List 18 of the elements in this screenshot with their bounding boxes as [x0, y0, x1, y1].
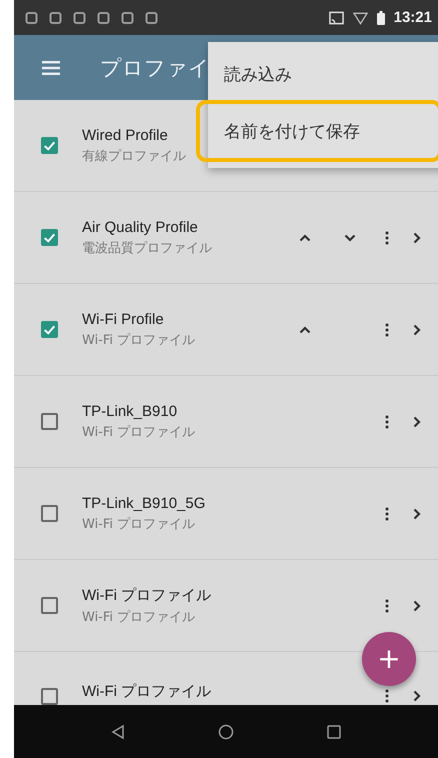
screen-title: プロファイ [100, 54, 210, 82]
menu-item[interactable]: 名前を付けて保存 [196, 100, 438, 162]
profile-name: Wi-Fi Profile [82, 310, 164, 328]
profile-type: Wi-Fi プロファイル [82, 332, 196, 348]
add-button[interactable]: + [362, 632, 416, 686]
profile-name: TP-Link_B910_5G [82, 494, 206, 512]
profile-name: TP-Link_B910 [82, 402, 178, 420]
profile-type: 電波品質プロファイル [82, 240, 212, 256]
profile-name: Wi-Fi プロファイル [82, 682, 212, 701]
profile-type: Wi-Fi プロファイル [82, 516, 196, 532]
clock-time: 13:21 [394, 9, 432, 26]
profile-type: Wi-Fi プロファイル [82, 424, 196, 440]
profile-name: Wi-Fi プロファイル [82, 586, 212, 604]
profile-type: Wi-Fi プロファイル [82, 608, 196, 626]
profile-type: 有線プロファイル [82, 148, 186, 164]
menu-item[interactable]: 読み込み [208, 48, 438, 100]
profile-name: Air Quality Profile [82, 218, 198, 236]
profile-name: Wired Profile [82, 126, 168, 144]
